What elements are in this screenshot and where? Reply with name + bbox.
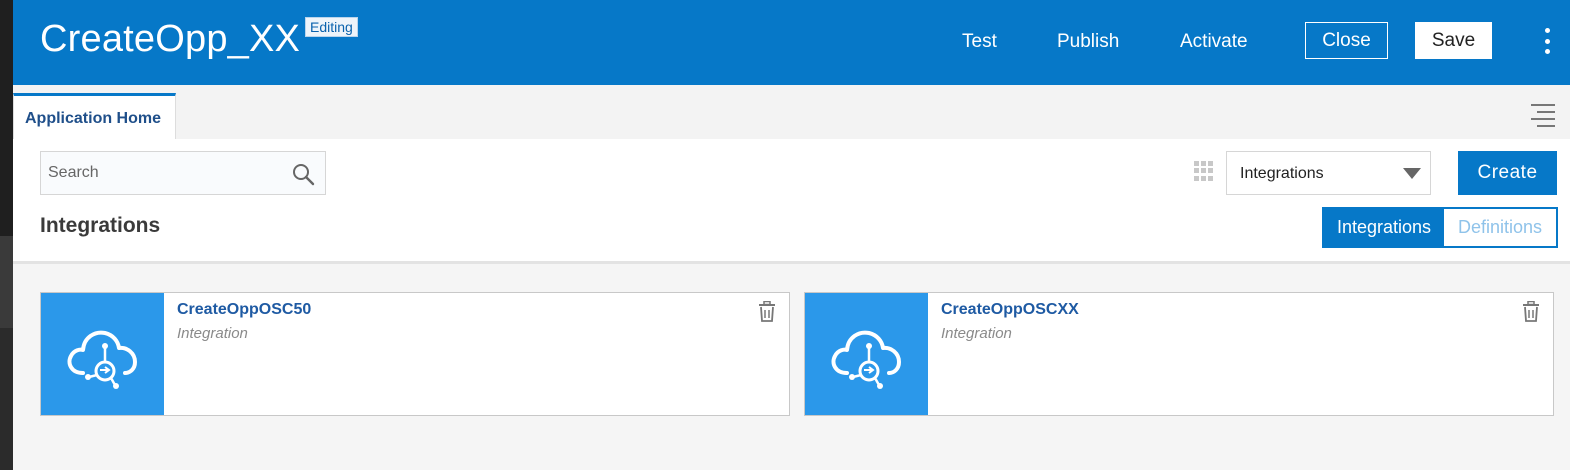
left-edge-segment xyxy=(0,328,13,470)
search-box xyxy=(40,151,326,195)
divider xyxy=(13,261,1570,264)
tab-bar: Application Home xyxy=(13,85,1570,139)
trash-icon[interactable] xyxy=(1521,301,1541,323)
more-options-icon[interactable] xyxy=(1542,28,1552,54)
integration-name[interactable]: CreateOppOSCXX xyxy=(941,301,1079,319)
view-toggle: Integrations Definitions xyxy=(1322,207,1558,248)
integration-card[interactable]: CreateOppOSC50 Integration xyxy=(40,292,790,416)
close-button[interactable]: Close xyxy=(1305,22,1388,59)
type-select-value: Integrations xyxy=(1240,165,1324,182)
tab-application-home[interactable]: Application Home xyxy=(13,93,176,139)
integration-name[interactable]: CreateOppOSC50 xyxy=(177,301,311,319)
chevron-down-icon xyxy=(1403,168,1421,179)
toggle-integrations[interactable]: Integrations xyxy=(1324,209,1444,246)
toggle-definitions[interactable]: Definitions xyxy=(1444,209,1556,246)
tab-label: Application Home xyxy=(25,110,162,127)
app-header: CreateOpp_XX Editing Test Publish Activa… xyxy=(13,0,1570,85)
integration-type: Integration xyxy=(941,325,1012,342)
type-select[interactable]: Integrations xyxy=(1226,151,1431,195)
grid-view-icon[interactable] xyxy=(1194,161,1214,181)
activate-link[interactable]: Activate xyxy=(1180,31,1248,53)
left-edge xyxy=(0,0,13,470)
cloud-integration-icon xyxy=(831,330,901,389)
integration-thumbnail xyxy=(41,293,164,415)
toolbar-panel: Integrations Create Integrations Integra… xyxy=(13,139,1570,261)
search-icon[interactable] xyxy=(291,162,315,186)
integration-type: Integration xyxy=(177,325,248,342)
app-title: CreateOpp_XX xyxy=(40,18,301,60)
save-button[interactable]: Save xyxy=(1415,22,1492,59)
integration-card[interactable]: CreateOppOSCXX Integration xyxy=(804,292,1554,416)
editing-badge: Editing xyxy=(305,17,358,37)
test-link[interactable]: Test xyxy=(962,31,997,53)
integration-thumbnail xyxy=(805,293,928,415)
publish-link[interactable]: Publish xyxy=(1057,31,1119,53)
trash-icon[interactable] xyxy=(757,301,777,323)
cloud-integration-icon xyxy=(67,330,137,389)
section-title: Integrations xyxy=(40,214,161,237)
create-button[interactable]: Create xyxy=(1458,151,1557,195)
search-input[interactable] xyxy=(41,152,281,194)
menu-icon[interactable] xyxy=(1531,104,1555,127)
left-edge-segment xyxy=(0,236,13,328)
